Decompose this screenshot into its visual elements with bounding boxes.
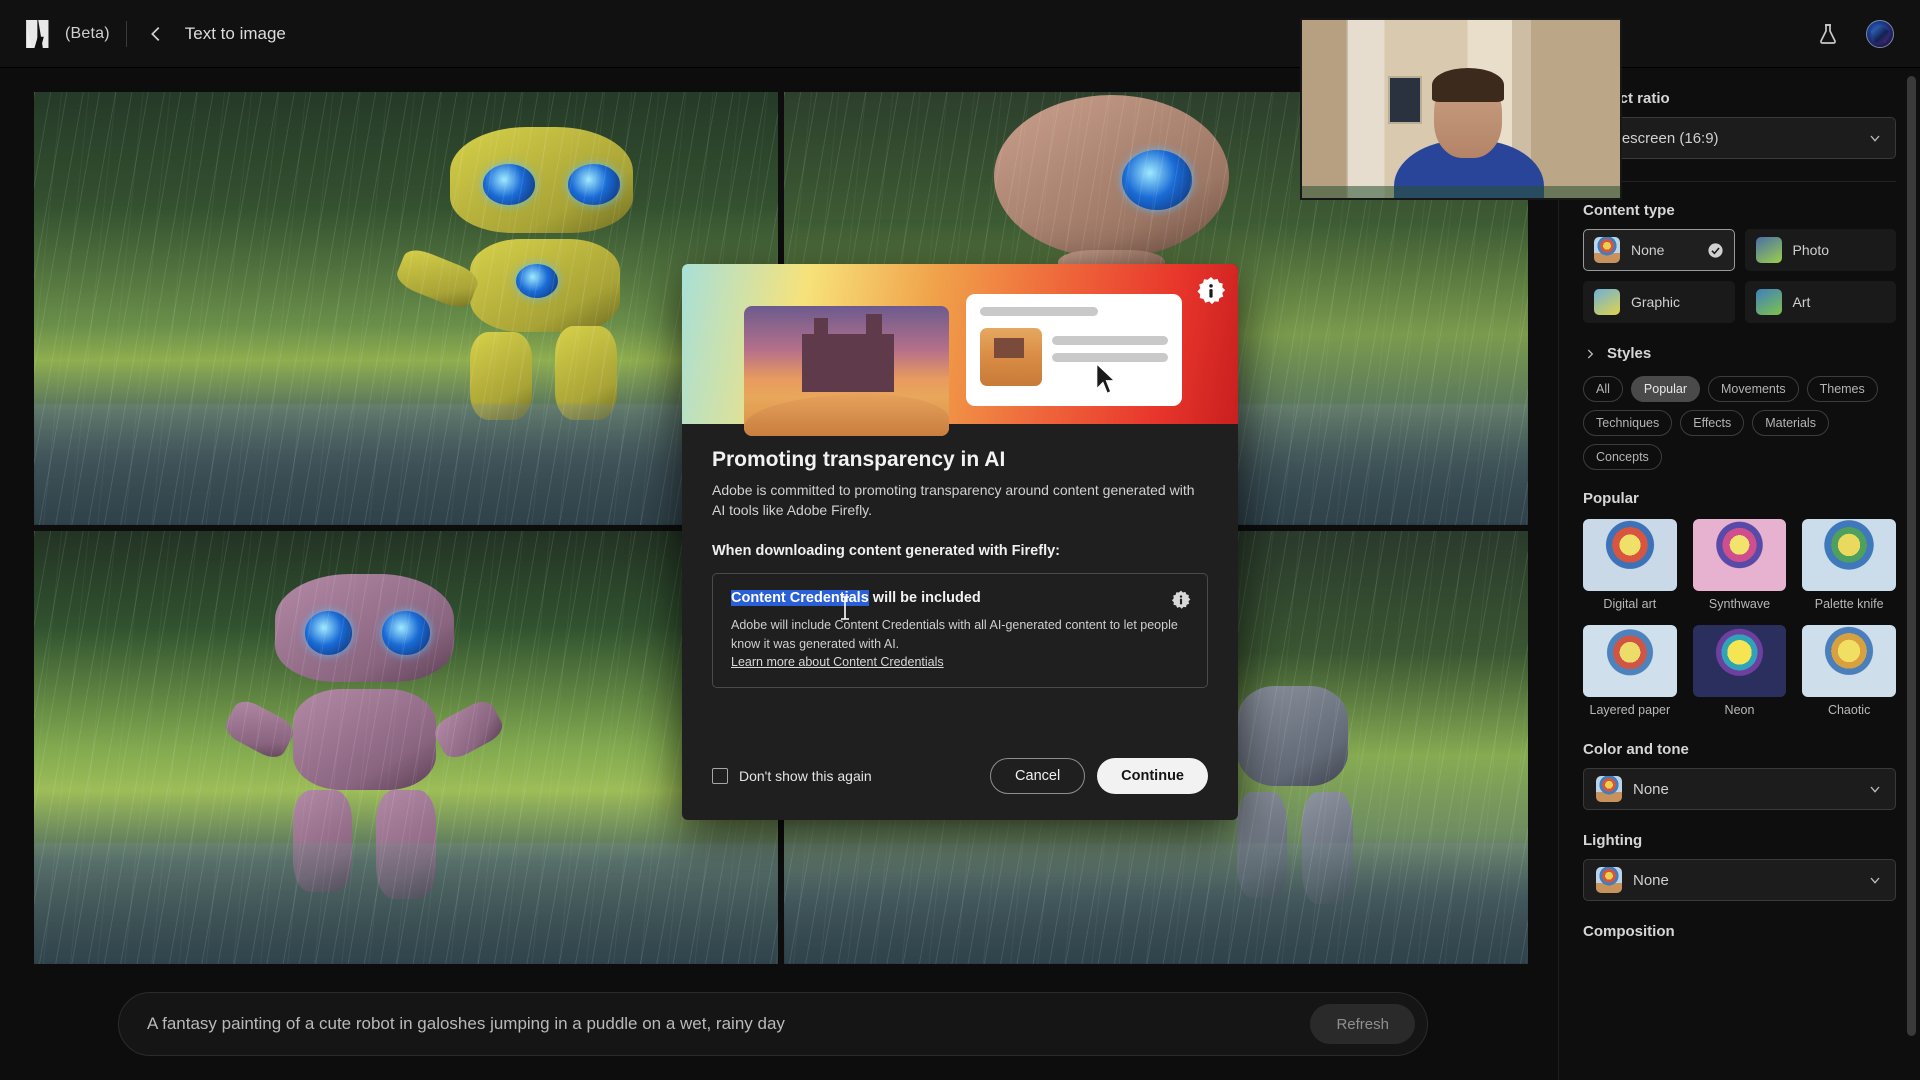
dialog-section-heading: When downloading content generated with … [712, 542, 1060, 559]
continue-button[interactable]: Continue [1097, 758, 1208, 794]
credentials-body: Adobe will include Content Credentials w… [731, 617, 1178, 651]
hero-dune [744, 394, 949, 436]
card-title-bar [980, 307, 1098, 316]
hero-credentials-card [966, 294, 1182, 406]
dialog-subtitle: Adobe is committed to promoting transpar… [712, 482, 1195, 518]
dialog-hero-illustration [682, 264, 1238, 436]
credentials-title-rest: will be included [868, 589, 981, 606]
firefly-app: (Beta) Text to image A fantasy painting … [0, 0, 1920, 1080]
mouse-pointer-icon [1095, 362, 1118, 396]
dialog-body: Promoting transparency in AI Adobe is co… [682, 424, 1238, 736]
content-credentials-badge-icon [1197, 276, 1226, 305]
card-thumbnail [980, 328, 1042, 386]
dont-show-again-checkbox-wrap[interactable]: Don't show this again [712, 768, 872, 784]
dont-show-again-label: Don't show this again [739, 768, 872, 784]
learn-more-link[interactable]: Learn more about Content Credentials [731, 655, 944, 669]
dialog-buttons: Cancel Continue [990, 758, 1208, 794]
dialog-footer: Don't show this again Cancel Continue [682, 758, 1238, 820]
content-credentials-dialog: Promoting transparency in AI Adobe is co… [682, 264, 1238, 820]
content-credentials-box: Content Credentials will be included Ado… [712, 572, 1208, 689]
cancel-button[interactable]: Cancel [990, 758, 1086, 794]
dialog-title: Promoting transparency in AI [712, 448, 1006, 471]
text-cursor-icon [841, 595, 849, 620]
card-content-row [980, 328, 1168, 386]
card-line [1052, 336, 1168, 345]
card-line [1052, 353, 1168, 362]
content-credentials-info-icon[interactable] [1171, 590, 1191, 610]
hero-desert-image [744, 306, 949, 436]
credentials-title: Content Credentials will be included [731, 589, 1189, 606]
hero-castle [802, 314, 894, 392]
dont-show-again-checkbox[interactable] [712, 768, 728, 784]
